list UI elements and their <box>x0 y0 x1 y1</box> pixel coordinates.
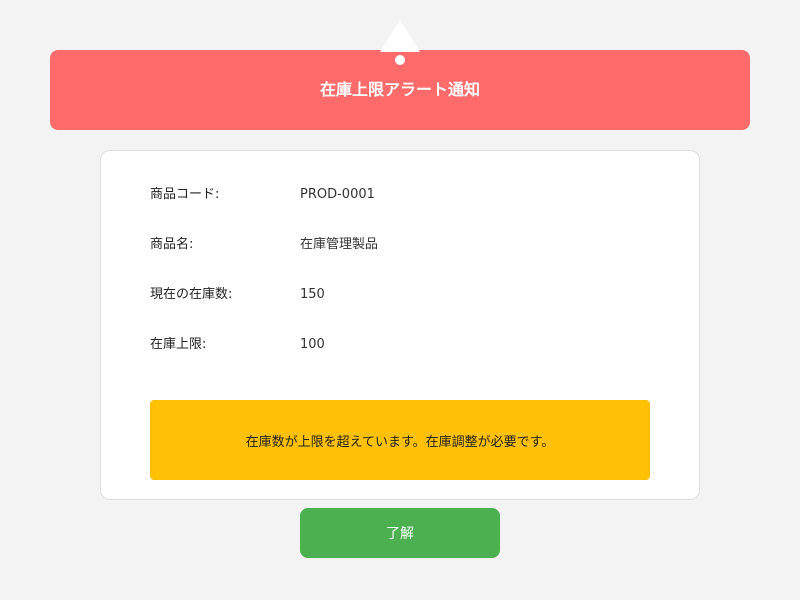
product-code-value: PROD-0001 <box>300 187 375 202</box>
info-row-product-name: 商品名: 在庫管理製品 <box>150 235 650 255</box>
header-title: 在庫上限アラート通知 <box>319 80 480 99</box>
stock-limit-value: 100 <box>300 337 325 352</box>
info-row-current-stock: 現在の在庫数: 150 <box>150 285 650 305</box>
product-name-value: 在庫管理製品 <box>300 237 379 252</box>
info-row-stock-limit: 在庫上限: 100 <box>150 335 650 355</box>
product-name-label: 商品名: <box>150 237 194 252</box>
info-row-product-code: 商品コード: PROD-0001 <box>150 185 650 205</box>
current-stock-label: 現在の在庫数: <box>150 287 233 302</box>
stock-limit-label: 在庫上限: <box>150 337 207 352</box>
warning-icon <box>380 20 420 66</box>
warning-message-box: 在庫数が上限を超えています。在庫調整が必要です。 <box>150 400 650 480</box>
current-stock-value: 150 <box>300 287 325 302</box>
acknowledge-button[interactable]: 了解 <box>300 508 500 558</box>
product-details-card: 商品コード: PROD-0001 商品名: 在庫管理製品 現在の在庫数: 150… <box>100 150 700 500</box>
warning-message: 在庫数が上限を超えています。在庫調整が必要です。 <box>245 434 555 450</box>
product-code-label: 商品コード: <box>150 187 220 202</box>
